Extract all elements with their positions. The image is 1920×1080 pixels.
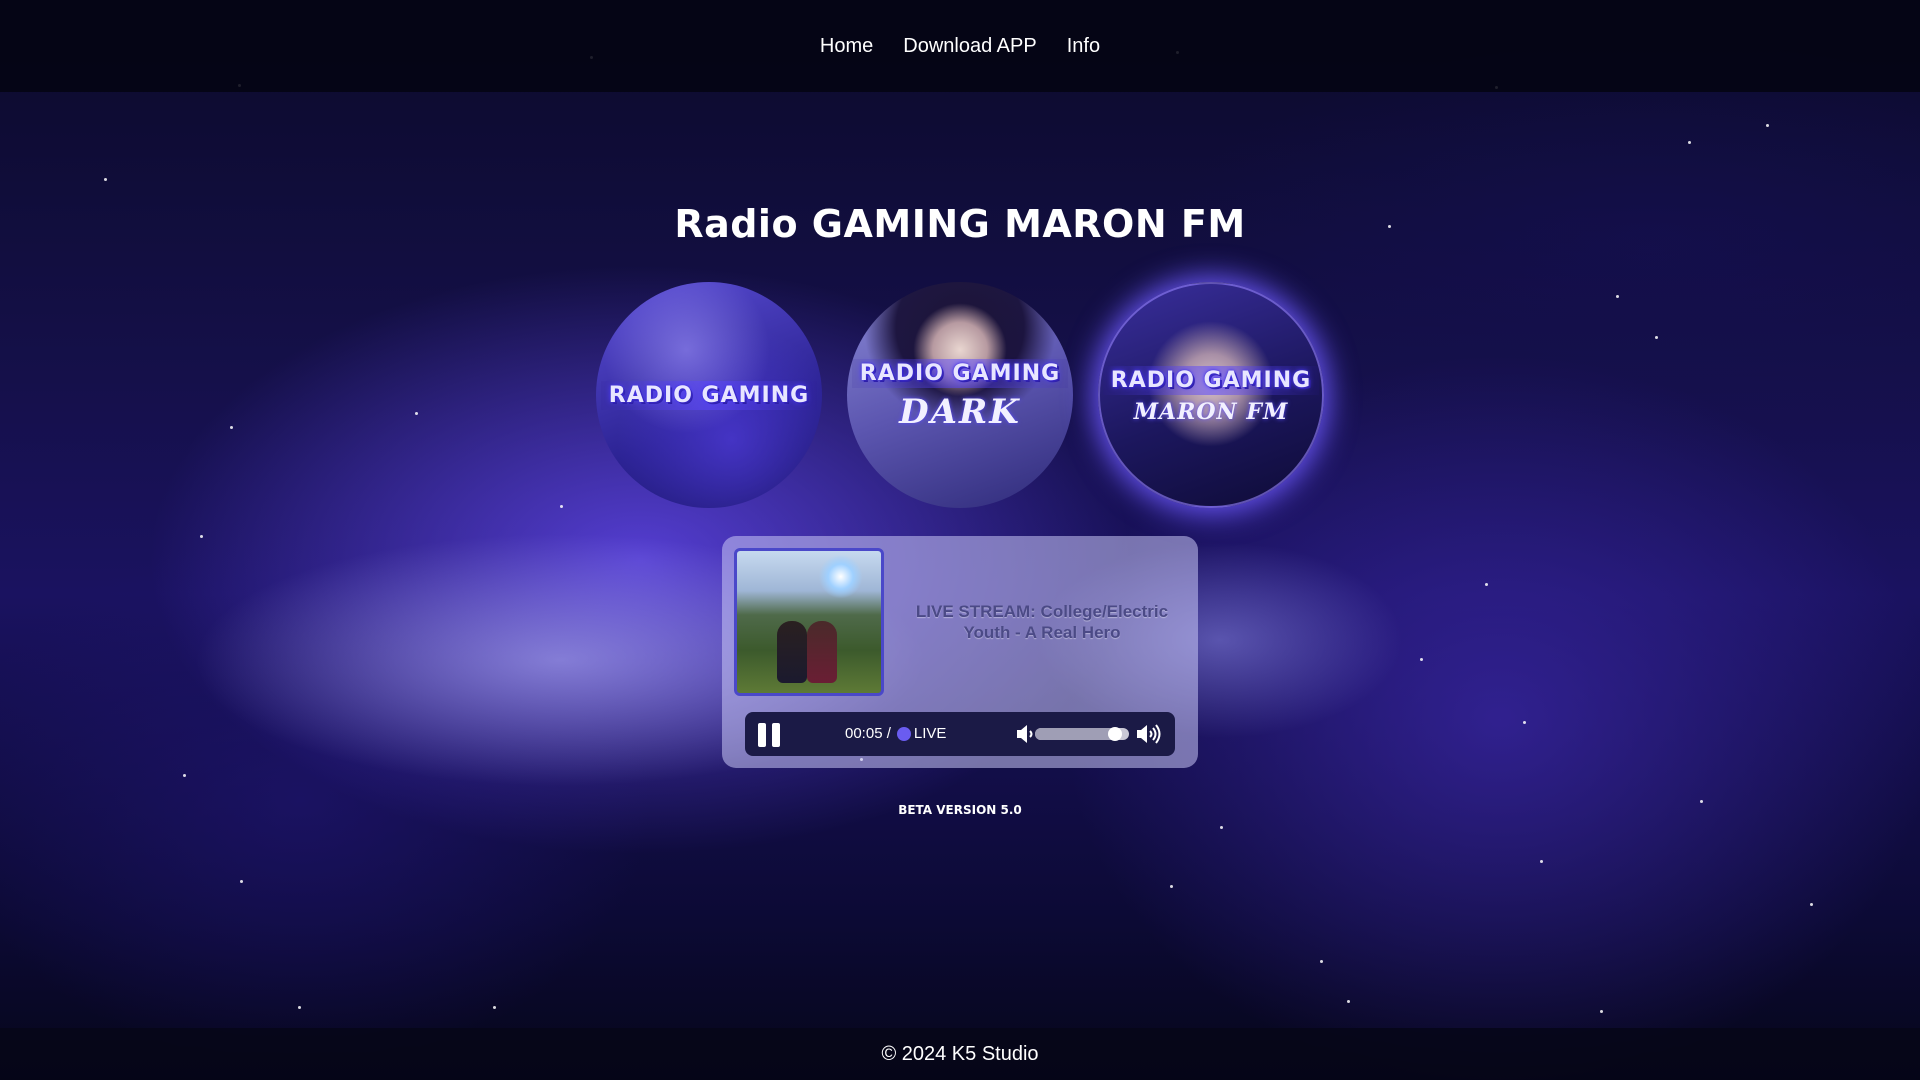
station-sub-title: MARON FM: [1133, 398, 1289, 425]
station-radio-gaming-dark[interactable]: RADIO GAMING DARK: [847, 282, 1073, 508]
volume-slider-handle[interactable]: [1107, 727, 1122, 741]
top-nav: Home Download APP Info: [0, 0, 1920, 92]
audio-player: LIVE STREAM: College/Electric Youth - A …: [722, 536, 1198, 768]
page-title: Radio GAMING MARON FM: [674, 202, 1246, 246]
volume-slider-fill: [1035, 728, 1115, 740]
elapsed-time: 00:05 /: [845, 725, 891, 742]
nav-download-app-link[interactable]: Download APP: [903, 35, 1036, 58]
station-logo-text: RADIO GAMING: [1102, 365, 1320, 395]
copyright-text: © 2024 K5 Studio: [881, 1042, 1039, 1065]
station-logo-text: RADIO GAMING: [600, 380, 818, 410]
live-indicator-dot: [896, 726, 911, 741]
station-sub-title: DARK: [899, 391, 1021, 432]
volume-low-icon[interactable]: [1015, 722, 1035, 746]
nav-info-link[interactable]: Info: [1067, 35, 1100, 58]
pause-icon[interactable]: [757, 723, 781, 747]
version-label: BETA VERSION 5.0: [898, 803, 1022, 817]
live-label: LIVE: [913, 725, 947, 742]
nav-home-link[interactable]: Home: [820, 35, 873, 58]
station-selector: RADIO GAMING RADIO GAMING DARK RADIO GAM…: [596, 282, 1324, 508]
station-radio-gaming[interactable]: RADIO GAMING: [596, 282, 822, 508]
time-display: 00:05 / LIVE: [845, 725, 946, 742]
album-cover-image: [734, 548, 884, 696]
footer: © 2024 K5 Studio: [0, 1028, 1920, 1080]
volume-high-icon[interactable]: [1135, 721, 1163, 747]
station-logo-text: RADIO GAMING: [851, 358, 1069, 388]
now-playing-text: LIVE STREAM: College/Electric Youth - A …: [915, 602, 1169, 642]
player-controls: 00:05 / LIVE: [745, 712, 1175, 756]
station-radio-gaming-maron-fm[interactable]: RADIO GAMING MARON FM: [1098, 282, 1324, 508]
